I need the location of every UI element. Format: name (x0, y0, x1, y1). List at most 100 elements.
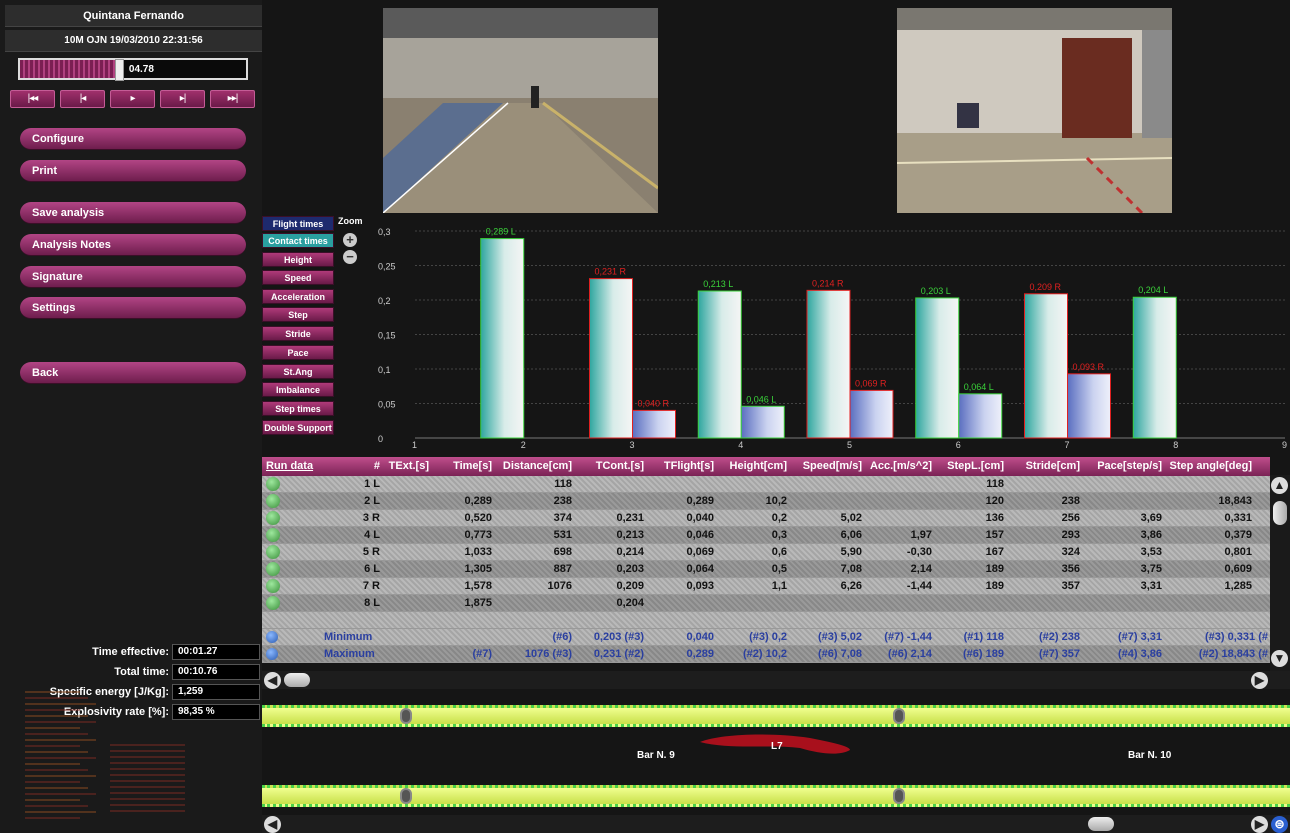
row-check-icon[interactable] (266, 477, 280, 491)
play-button[interactable]: ▸ (110, 90, 155, 108)
save-analysis-button[interactable]: Save analysis (20, 202, 246, 224)
table-row[interactable]: 2 L 0,289 238 0,289 10,2 120 238 18,843 (262, 493, 1270, 510)
x-tick-label: 2 (521, 440, 526, 450)
table-horizontal-scrollbar[interactable]: ◀ ▶ (262, 671, 1290, 689)
run-data-table: Run data # TExt.[s] Time[s] Distance[cm] TCon… (262, 457, 1270, 671)
scroll-up-icon[interactable]: ▲ (1271, 477, 1288, 494)
timeline-scroll-left-icon[interactable]: ◀ (264, 816, 281, 833)
column-header[interactable]: StepL.[cm] (947, 460, 1004, 472)
horizontal-scroll-thumb[interactable] (284, 673, 310, 687)
x-tick-label: 1 (412, 440, 417, 450)
tab-contact-times[interactable]: Contact times (262, 233, 334, 248)
total-time-label: Total time: (114, 666, 169, 678)
table-cell: 238 (1061, 495, 1080, 507)
table-row[interactable]: 1 L 118 118 (262, 476, 1270, 493)
tab-speed[interactable]: Speed (262, 270, 334, 285)
settings-button[interactable]: Settings (20, 297, 246, 319)
zoom-out-button[interactable]: − (343, 250, 357, 264)
tab-acceleration[interactable]: Acceleration (262, 289, 334, 304)
tab-height[interactable]: Height (262, 252, 334, 267)
bar-value-label: 0,289 L (486, 227, 516, 237)
playback-progress-bar[interactable]: 04.78 (18, 58, 248, 81)
energy-decoration (25, 691, 185, 819)
column-header[interactable]: Stride[cm] (1026, 460, 1080, 472)
tab-imbalance[interactable]: Imbalance (262, 382, 334, 397)
column-header[interactable]: Acc.[m/s^2] (870, 460, 932, 472)
lock-icon[interactable]: ⊜ (1271, 816, 1288, 833)
table-body: 1 L 118 118 2 L 0,289 238 0,289 10,2 120 238 18,84… (262, 476, 1270, 663)
column-header[interactable]: # (374, 460, 380, 472)
table-row[interactable]: 3 R 0,520 374 0,231 0,040 0,2 5,02 136 256 3,69 0,… (262, 510, 1270, 527)
table-row[interactable]: 8 L 1,875 0,204 (262, 595, 1270, 612)
tab-step[interactable]: Step (262, 307, 334, 322)
playback-slider-handle[interactable] (114, 59, 124, 81)
flight-time-bar (1067, 373, 1111, 439)
skip-to-start-button[interactable]: |◂◂ (10, 90, 55, 108)
summary-icon (266, 648, 278, 660)
table-cell: 7,08 (840, 563, 862, 575)
table-row[interactable]: 7 R 1,578 1076 0,209 0,093 1,1 6,26 -1,44 189 357… (262, 578, 1270, 595)
row-check-icon[interactable] (266, 528, 280, 542)
bar-marker[interactable] (893, 708, 905, 724)
summary-cell: 0,203 (#3) (593, 631, 644, 643)
summary-cell: 1076 (#3) (524, 648, 572, 660)
column-header[interactable]: Height[cm] (730, 460, 787, 472)
x-tick-label: 4 (738, 440, 743, 450)
column-header[interactable]: TFlight[s] (664, 460, 714, 472)
table-cell: 0,231 (616, 512, 644, 524)
table-cell: 887 (553, 563, 572, 575)
column-header[interactable]: TCont.[s] (596, 460, 644, 472)
signature-button[interactable]: Signature (20, 266, 246, 288)
table-vertical-scrollbar[interactable]: ▲ ▼ (1270, 475, 1290, 671)
column-header[interactable]: TExt.[s] (389, 460, 429, 472)
print-button[interactable]: Print (20, 160, 246, 182)
table-cell: 2 L (364, 495, 380, 507)
row-check-icon[interactable] (266, 545, 280, 559)
back-button[interactable]: Back (20, 362, 246, 384)
column-header[interactable]: Speed[m/s] (803, 460, 862, 472)
row-check-icon[interactable] (266, 562, 280, 576)
table-row[interactable]: 6 L 1,305 887 0,203 0,064 0,5 7,08 2,14 189 356 3,… (262, 561, 1270, 578)
column-header[interactable]: Time[s] (453, 460, 492, 472)
tab-flight-times[interactable]: Flight times (262, 216, 334, 231)
video-front-camera[interactable] (383, 8, 658, 213)
bar-marker[interactable] (400, 708, 412, 724)
table-cell: 7 R (362, 580, 380, 592)
table-row[interactable]: 5 R 1,033 698 0,214 0,069 0,6 5,90 -0,30 167 324 3… (262, 544, 1270, 561)
step-forward-button[interactable]: ▸| (160, 90, 205, 108)
tab-double-support[interactable]: Double Support (262, 420, 334, 435)
configure-button[interactable]: Configure (20, 128, 246, 150)
row-check-icon[interactable] (266, 494, 280, 508)
scroll-down-icon[interactable]: ▼ (1271, 650, 1288, 667)
timeline-scrollbar[interactable]: ◀ ▶ ⊜ (262, 815, 1290, 833)
column-header[interactable]: Distance[cm] (503, 460, 572, 472)
bar-marker[interactable] (893, 788, 905, 804)
table-cell: 5,02 (840, 512, 862, 524)
tab-step-times[interactable]: Step times (262, 401, 334, 416)
table-cell: 120 (985, 495, 1004, 507)
skip-to-end-button[interactable]: ▸▸| (210, 90, 255, 108)
scroll-left-icon[interactable]: ◀ (264, 672, 281, 689)
vertical-scroll-thumb[interactable] (1273, 501, 1287, 525)
column-header[interactable]: Step angle[deg] (1169, 460, 1252, 472)
tab-pace[interactable]: Pace (262, 345, 334, 360)
row-check-icon[interactable] (266, 511, 280, 525)
timeline-scroll-thumb[interactable] (1088, 817, 1114, 831)
row-check-icon[interactable] (266, 596, 280, 610)
flight-time-bar (740, 405, 785, 439)
zoom-in-button[interactable]: + (343, 233, 357, 247)
x-tick-label: 6 (956, 440, 961, 450)
row-check-icon[interactable] (266, 579, 280, 593)
table-row[interactable]: 4 L 0,773 531 0,213 0,046 0,3 6,06 1,97 157 293 3,… (262, 527, 1270, 544)
video-side-camera[interactable] (897, 8, 1172, 213)
step-back-button[interactable]: |◂ (60, 90, 105, 108)
column-header[interactable]: Pace[step/s] (1097, 460, 1162, 472)
analysis-notes-button[interactable]: Analysis Notes (20, 234, 246, 256)
scroll-right-icon[interactable]: ▶ (1251, 672, 1268, 689)
bar-marker[interactable] (400, 788, 412, 804)
tab-stride[interactable]: Stride (262, 326, 334, 341)
summary-cell: (#3) 0,331 (# (1205, 631, 1268, 643)
tab-step-angle[interactable]: St.Ang (262, 364, 334, 379)
timeline-scroll-right-icon[interactable]: ▶ (1251, 816, 1268, 833)
table-cell: 8 L (364, 597, 380, 609)
